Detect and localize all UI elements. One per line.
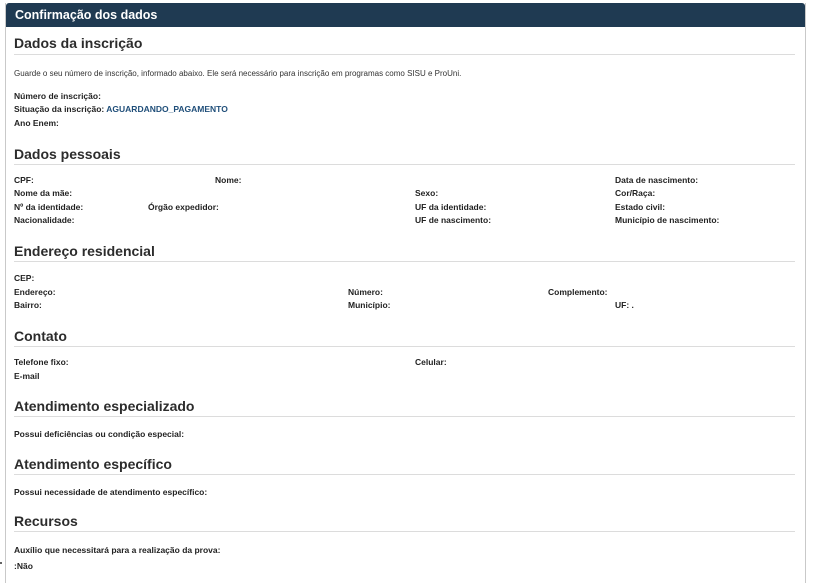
situacao-inscricao-label: Situação da inscrição: AGUARDANDO_PAGAME… (14, 104, 228, 114)
estado-civil-label: Estado civil: (615, 202, 666, 212)
situacao-label-text: Situação da inscrição: (14, 104, 105, 114)
section-title-especializado: Atendimento especializado (14, 398, 195, 414)
nome-label: Nome: (215, 175, 242, 185)
panel-header: Confirmação dos dados (6, 3, 805, 27)
nome-mae-label: Nome da mãe: (14, 188, 73, 198)
municipio-label: Município: (348, 300, 391, 310)
cpf-label: CPF: (14, 175, 34, 185)
uf-identidade-label: UF da identidade: (415, 202, 487, 212)
auxilio-value: :Não (14, 561, 33, 571)
nacionalidade-label: Nacionalidade: (14, 215, 75, 225)
divider (14, 54, 795, 55)
situacao-value: AGUARDANDO_PAGAMENTO (106, 104, 228, 114)
numero-inscricao-label: Número de inscrição: (14, 91, 101, 101)
cor-raca-label: Cor/Raça: (615, 188, 656, 198)
divider (14, 416, 795, 417)
section-title-endereco: Endereço residencial (14, 243, 155, 259)
data-nascimento-label: Data de nascimento: (615, 175, 699, 185)
uf-value: . (631, 300, 634, 310)
municipio-nascimento-label: Município de nascimento: (615, 215, 720, 225)
uf-label: UF: . (615, 300, 634, 310)
divider (14, 164, 795, 165)
orgao-expedidor-label: Órgão expedidor: (148, 202, 219, 212)
uf-nascimento-label: UF de nascimento: (415, 215, 492, 225)
section-title-inscricao: Dados da inscrição (14, 35, 143, 51)
section-title-contato: Contato (14, 328, 67, 344)
auxilio-label: Auxílio que necessitará para a realizaçã… (14, 545, 221, 555)
identidade-label: Nº da identidade: (14, 202, 84, 212)
celular-label: Celular: (415, 357, 447, 367)
bairro-label: Bairro: (14, 300, 42, 310)
divider (14, 261, 795, 262)
inscricao-note: Guarde o seu número de inscrição, inform… (14, 69, 462, 78)
sexo-label: Sexo: (415, 188, 439, 198)
telefone-label: Telefone fixo: (14, 357, 69, 367)
bullet-marker (0, 562, 2, 564)
email-label: E-mail (14, 371, 40, 381)
confirmation-panel: Confirmação dos dados Dados da inscrição… (5, 3, 806, 583)
section-title-pessoais: Dados pessoais (14, 146, 121, 162)
divider (14, 346, 795, 347)
deficiencias-label: Possui deficiências ou condição especial… (14, 429, 185, 439)
section-title-especifico: Atendimento específico (14, 456, 172, 472)
divider (14, 531, 795, 532)
endereco-label: Endereço: (14, 287, 56, 297)
complemento-label: Complemento: (548, 287, 608, 297)
cep-label: CEP: (14, 273, 35, 283)
uf-label-text: UF: (615, 300, 630, 310)
ano-enem-label: Ano Enem: (14, 118, 59, 128)
divider (14, 474, 795, 475)
numero-label: Número: (348, 287, 383, 297)
atendimento-especifico-label: Possui necessidade de atendimento especí… (14, 487, 208, 497)
section-title-recursos: Recursos (14, 513, 78, 529)
